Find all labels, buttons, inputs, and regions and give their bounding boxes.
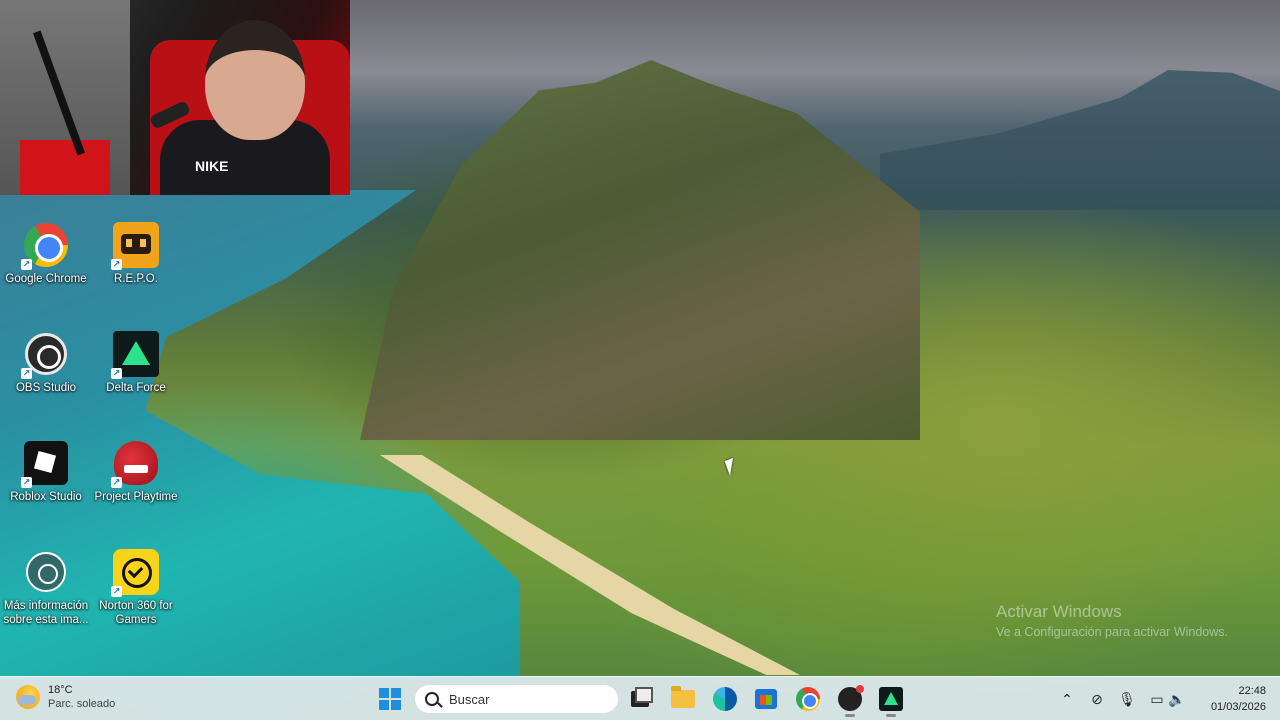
taskbar-file-explorer[interactable] xyxy=(669,685,697,713)
weather-condition: Parc. soleado xyxy=(48,698,116,710)
shortcut-arrow-icon: ↗ xyxy=(111,259,122,270)
watermark-title: Activar Windows xyxy=(995,602,1122,621)
search-input[interactable] xyxy=(449,691,599,707)
activation-watermark: Activar Windows Ve a Configuración para … xyxy=(996,602,1228,642)
desktop-icon-label: R.E.P.O. xyxy=(114,273,158,285)
weather-widget[interactable]: 18°C Parc. soleado xyxy=(16,683,115,711)
taskbar-chrome[interactable] xyxy=(794,685,822,713)
desktop-icon-delta-force[interactable]: ↗ Delta Force xyxy=(90,331,182,395)
desktop-icon-label: Roblox Studio xyxy=(10,491,82,503)
taskbar-obs[interactable] xyxy=(836,685,864,717)
desktop-icon-label: Delta Force xyxy=(106,382,166,394)
shortcut-arrow-icon: ↗ xyxy=(111,368,122,379)
desktop-icon-label: Project Playtime xyxy=(94,491,178,503)
desktop-icon-obs-studio[interactable]: ↗ OBS Studio xyxy=(0,331,92,395)
desktop-icon-norton[interactable]: ↗ Norton 360 for Gamers xyxy=(90,549,182,627)
running-indicator xyxy=(845,714,855,717)
chrome-icon xyxy=(796,687,820,711)
file-explorer-icon xyxy=(671,686,695,708)
desktop-icon-project-playtime[interactable]: ↗ Project Playtime xyxy=(90,440,182,504)
partly-sunny-icon xyxy=(16,685,40,709)
shortcut-arrow-icon: ↗ xyxy=(111,477,122,488)
task-view-icon xyxy=(631,687,653,707)
desktop-icon-roblox-studio[interactable]: ↗ Roblox Studio xyxy=(0,440,92,504)
start-button[interactable] xyxy=(379,688,401,710)
desktop-icon-more-info[interactable]: Más información sobre esta ima... xyxy=(0,549,92,627)
taskbar-task-view[interactable] xyxy=(626,685,654,713)
microphone-icon: 🎙 xyxy=(1118,690,1136,707)
taskbar-delta-force[interactable] xyxy=(877,685,905,717)
webcam-red-object xyxy=(20,140,110,195)
tray-microphone[interactable]: 🎙 xyxy=(1117,687,1137,711)
shortcut-arrow-icon: ↗ xyxy=(111,586,122,597)
taskbar: 18°C Parc. soleado ⌃ ⊘ 🎙 ▭ 🔈 22:48 01/03… xyxy=(0,676,1280,720)
store-icon xyxy=(755,689,777,709)
tray-display[interactable]: ▭ xyxy=(1147,687,1167,711)
desktop-icon-google-chrome[interactable]: ↗ Google Chrome xyxy=(0,222,92,286)
taskbar-search[interactable] xyxy=(414,684,619,714)
display-icon: ▭ xyxy=(1150,690,1164,707)
watermark-subtitle: Ve a Configuración para activar Windows. xyxy=(995,625,1228,639)
info-icon xyxy=(26,552,66,592)
shortcut-arrow-icon: ↗ xyxy=(21,259,32,270)
delta-force-icon xyxy=(879,687,903,711)
desktop-icon-label: Norton 360 for Gamers xyxy=(99,600,173,626)
shortcut-arrow-icon: ↗ xyxy=(21,368,32,379)
running-indicator xyxy=(886,714,896,717)
shortcut-arrow-icon: ↗ xyxy=(21,477,32,488)
obs-icon xyxy=(838,685,864,711)
desktop-icon-label: Google Chrome xyxy=(5,273,87,285)
chevron-up-icon: ⌃ xyxy=(1061,690,1073,707)
taskbar-edge[interactable] xyxy=(711,685,739,713)
desktop-icon-label: Más información sobre esta ima... xyxy=(3,600,89,626)
network-off-icon: ⊘ xyxy=(1091,690,1103,707)
desktop-icon-label: OBS Studio xyxy=(15,382,77,394)
desktop-icon-repo[interactable]: ↗ R.E.P.O. xyxy=(90,222,182,286)
taskbar-store[interactable] xyxy=(752,685,780,713)
search-icon xyxy=(425,692,439,706)
clock-time: 22:48 xyxy=(1238,685,1266,697)
taskbar-clock[interactable]: 22:48 01/03/2026 xyxy=(1211,683,1266,715)
edge-icon xyxy=(713,687,737,711)
webcam-overlay: NIKE xyxy=(0,0,350,195)
shirt-logo: NIKE xyxy=(195,158,229,174)
tray-network[interactable]: ⊘ xyxy=(1087,687,1107,711)
clock-date: 01/03/2026 xyxy=(1210,701,1266,713)
volume-icon: 🔈 xyxy=(1168,690,1186,707)
tray-overflow-button[interactable]: ⌃ xyxy=(1057,687,1077,711)
tray-volume[interactable]: 🔈 xyxy=(1167,687,1187,711)
weather-temp: 18°C xyxy=(48,684,73,696)
person-head xyxy=(205,20,305,140)
